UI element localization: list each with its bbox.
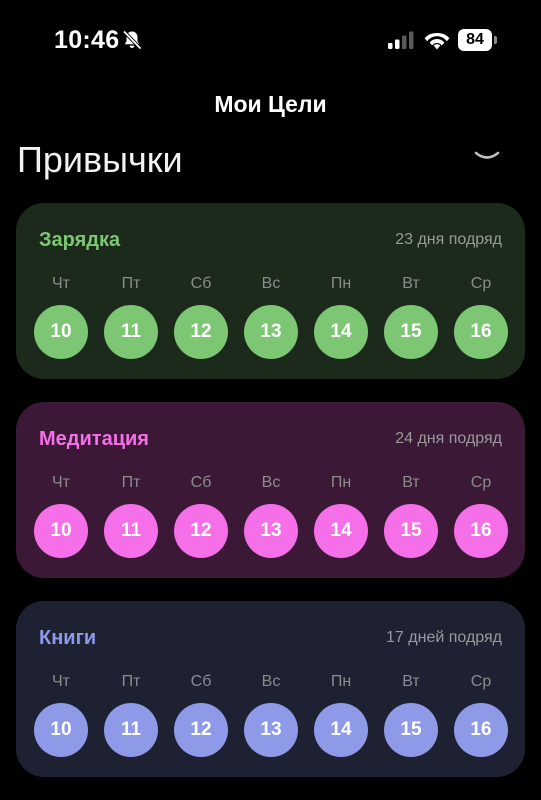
status-bar: 10:46 84	[0, 0, 541, 80]
day-circle[interactable]: 15	[384, 703, 438, 757]
day-circle[interactable]: 16	[454, 504, 508, 558]
habit-name: Книги	[39, 627, 97, 649]
day-circle[interactable]: 15	[384, 504, 438, 558]
day-circle[interactable]: 11	[104, 703, 158, 757]
day-label: Ср	[470, 673, 492, 690]
habit-card-meditatsiya[interactable]: Медитация 24 дня подряд Чт 10 Пт 11 Сб 1…	[16, 402, 525, 578]
day-circle[interactable]: 12	[174, 504, 228, 558]
day-circle[interactable]: 10	[34, 703, 88, 757]
day-circle[interactable]: 13	[244, 504, 298, 558]
day-label: Чт	[52, 474, 70, 491]
day-label: Вт	[402, 673, 420, 690]
day-circle[interactable]: 16	[454, 703, 508, 757]
day-circle[interactable]: 15	[384, 305, 438, 359]
day-label: Ср	[470, 275, 492, 292]
day-label: Пт	[121, 275, 141, 292]
nav-title: Мои Цели	[214, 91, 327, 117]
day-label: Вс	[261, 474, 281, 491]
day-circle[interactable]: 11	[104, 305, 158, 359]
day-label: Пт	[121, 474, 141, 491]
section-title: Привычки	[17, 139, 183, 180]
battery-level: 84	[466, 31, 484, 48]
day-circle[interactable]: 10	[34, 504, 88, 558]
day-label: Вс	[261, 673, 281, 690]
day-circle[interactable]: 16	[454, 305, 508, 359]
day-label: Вт	[402, 275, 420, 292]
habit-streak: 17 дней подряд	[386, 629, 502, 646]
day-circle[interactable]: 10	[34, 305, 88, 359]
day-circle[interactable]: 14	[314, 703, 368, 757]
day-label: Ср	[470, 474, 492, 491]
habit-name: Зарядка	[39, 229, 121, 251]
day-label: Пт	[121, 673, 141, 690]
chevron-down-icon[interactable]	[474, 150, 500, 164]
day-label: Пн	[330, 275, 352, 292]
day-row: Чт 10 Пт 11 Сб 12 Вс 13 Пн 14 Вт 15 Ср 1…	[16, 474, 525, 564]
habit-card-zaryadka[interactable]: Зарядка 23 дня подряд Чт 10 Пт 11 Сб 12 …	[16, 203, 525, 379]
habit-card-knigi[interactable]: Книги 17 дней подряд Чт 10 Пт 11 Сб 12 В…	[16, 601, 525, 777]
day-label: Вс	[261, 275, 281, 292]
day-circle[interactable]: 12	[174, 703, 228, 757]
day-circle[interactable]: 13	[244, 703, 298, 757]
bell-slash-icon	[122, 30, 142, 50]
status-time: 10:46	[54, 26, 120, 54]
day-circle[interactable]: 13	[244, 305, 298, 359]
day-circle[interactable]: 14	[314, 305, 368, 359]
day-label: Сб	[190, 275, 212, 292]
day-label: Сб	[190, 474, 212, 491]
day-label: Чт	[52, 673, 70, 690]
day-circle[interactable]: 12	[174, 305, 228, 359]
day-circle[interactable]: 14	[314, 504, 368, 558]
day-label: Пн	[330, 474, 352, 491]
habit-streak: 23 дня подряд	[395, 231, 502, 248]
day-label: Чт	[52, 275, 70, 292]
day-label: Пн	[330, 673, 352, 690]
day-label: Вт	[402, 474, 420, 491]
wifi-icon	[424, 32, 450, 50]
day-label: Сб	[190, 673, 212, 690]
battery-nub	[494, 36, 497, 44]
habit-name: Медитация	[39, 428, 149, 450]
cellular-signal-icon	[388, 31, 414, 49]
day-circle[interactable]: 11	[104, 504, 158, 558]
battery-indicator: 84	[458, 29, 492, 51]
habit-streak: 24 дня подряд	[395, 430, 502, 447]
day-row: Чт 10 Пт 11 Сб 12 Вс 13 Пн 14 Вт 15 Ср 1…	[16, 275, 525, 365]
day-row: Чт 10 Пт 11 Сб 12 Вс 13 Пн 14 Вт 15 Ср 1…	[16, 673, 525, 763]
